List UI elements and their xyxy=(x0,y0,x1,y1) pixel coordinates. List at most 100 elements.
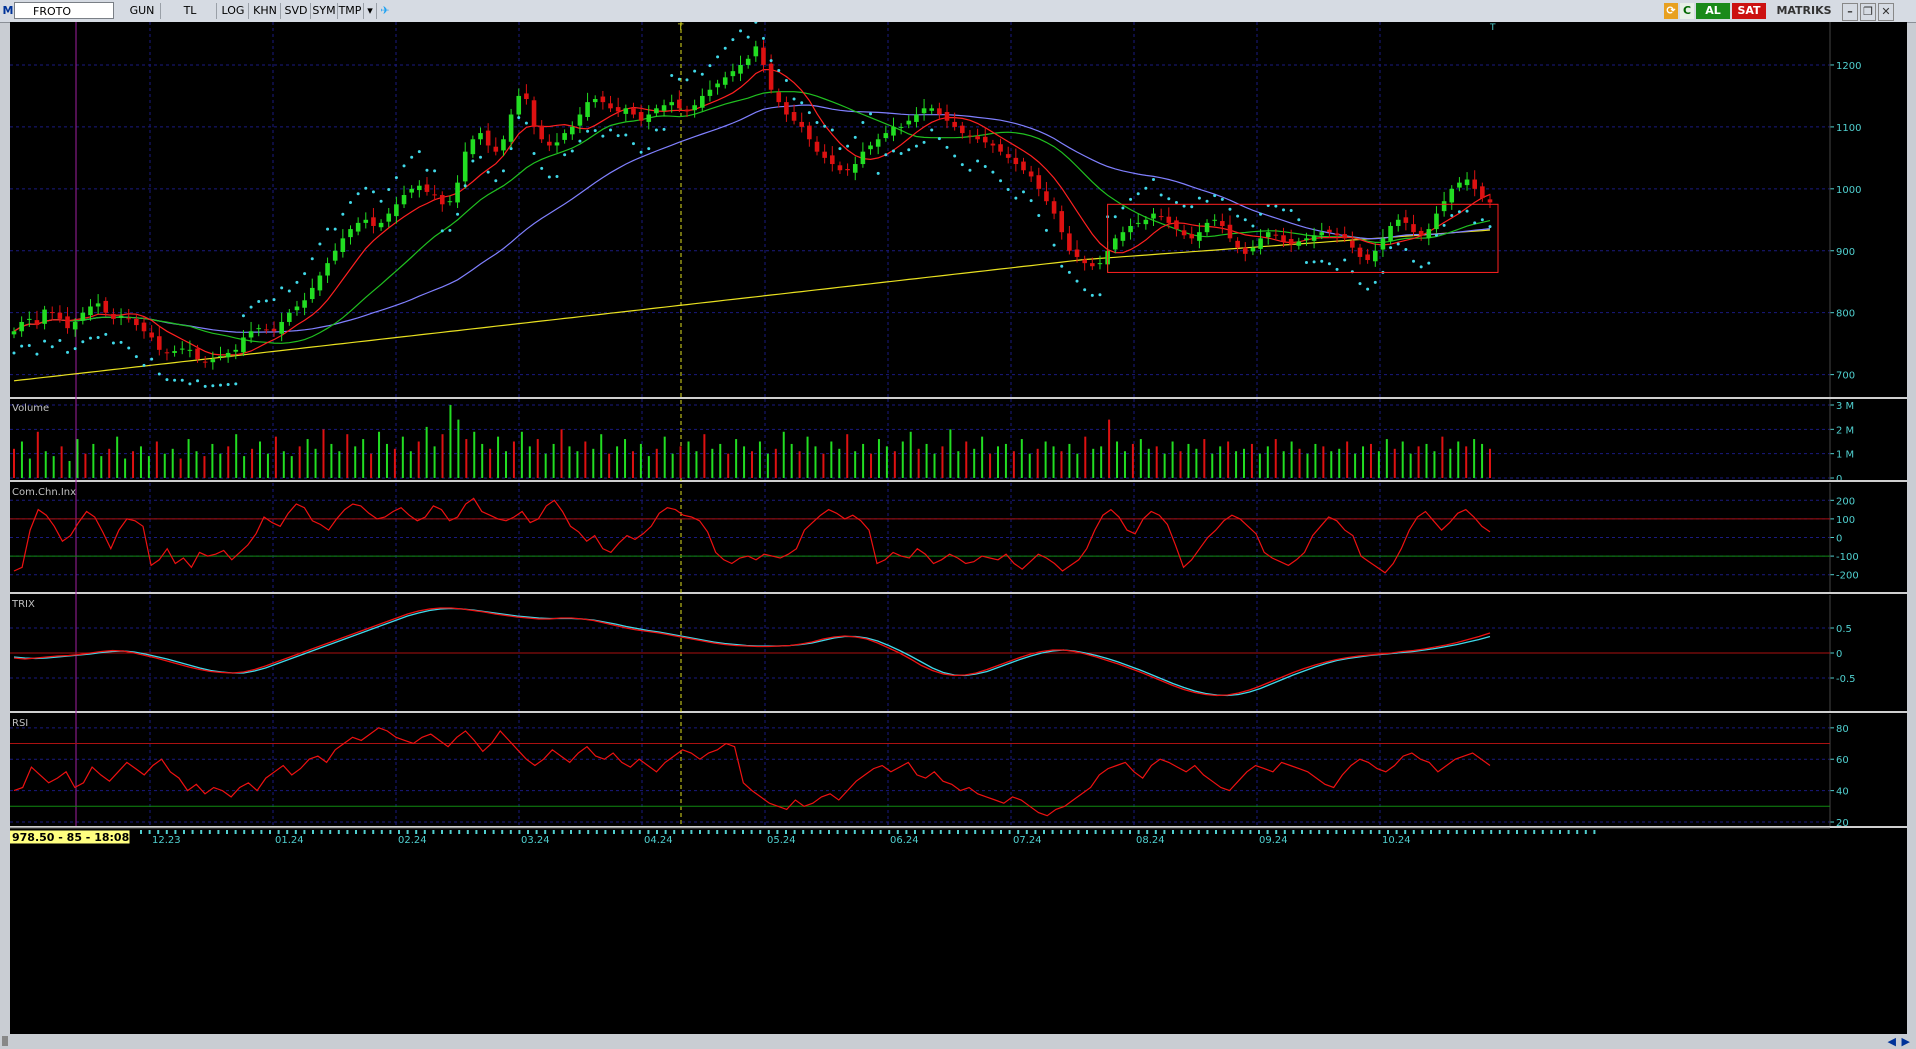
x-axis-tickmark xyxy=(1163,830,1166,834)
candle-body xyxy=(1380,238,1386,250)
dropdown-arrow-icon[interactable]: ▾ xyxy=(364,3,377,19)
scroll-left-button[interactable]: ◀ xyxy=(1888,1035,1896,1048)
symbol-input[interactable]: FROTO xyxy=(14,2,114,19)
sar-dot xyxy=(586,129,590,133)
candle-body xyxy=(875,139,881,147)
sar-dot xyxy=(1205,199,1209,203)
x-axis-tickmark xyxy=(939,830,942,834)
x-axis-tickmark xyxy=(329,830,332,834)
candle-body xyxy=(1090,263,1095,267)
x-axis-tickmark xyxy=(1481,830,1484,834)
sar-dot xyxy=(81,340,85,344)
x-axis-tickmark xyxy=(1232,830,1235,834)
button-svd[interactable]: SVD xyxy=(282,3,311,19)
candle-body xyxy=(179,348,185,350)
minimize-icon[interactable]: – xyxy=(1842,3,1858,21)
scroll-right-button[interactable]: ▶ xyxy=(1902,1035,1910,1048)
sar-dot xyxy=(379,199,383,203)
chart-area[interactable]: 1200 1100 1000 900 800 700 3 M2 M1 M 0 Volume 200… xyxy=(7,20,1907,1034)
y-tick-label: 40 xyxy=(1836,787,1849,798)
y-tick-label: 900 xyxy=(1836,247,1855,258)
sar-dot xyxy=(1389,246,1393,250)
y-tick-label: 0.5 xyxy=(1836,624,1852,635)
sar-dot xyxy=(1274,204,1278,208)
chart-svg[interactable]: 1200110010009008007003 M2 M1 M0Volume200… xyxy=(7,20,1907,1034)
x-axis-tickmark xyxy=(1000,830,1002,834)
refresh-icon[interactable]: ⟳ xyxy=(1664,3,1678,19)
candle-body xyxy=(531,100,537,127)
sell-button[interactable]: SAT xyxy=(1732,3,1766,19)
button-khn[interactable]: KHN xyxy=(250,3,281,19)
x-axis-tickmark xyxy=(380,830,383,834)
brand-label: MATRIKS xyxy=(1776,4,1832,17)
candle-body xyxy=(401,195,407,205)
sar-dot xyxy=(1090,293,1094,297)
x-axis-tickmark xyxy=(1043,830,1045,834)
sar-dot xyxy=(180,378,184,382)
button-tl[interactable]: TL xyxy=(164,3,217,19)
candle-body xyxy=(42,309,47,324)
sar-dot xyxy=(1282,208,1286,212)
buy-button[interactable]: AL xyxy=(1696,3,1730,19)
sar-dot xyxy=(700,72,704,76)
sar-dot xyxy=(891,149,895,153)
sar-dot xyxy=(463,184,467,188)
candle-body xyxy=(1051,201,1057,214)
x-axis-tickmark xyxy=(1498,830,1501,834)
candle-body xyxy=(1212,219,1217,221)
x-axis-tickmark xyxy=(1576,830,1579,834)
sar-dot xyxy=(456,212,460,216)
sar-dot xyxy=(777,69,781,73)
x-axis-tickmark xyxy=(914,830,916,834)
candle-body xyxy=(1273,234,1279,236)
x-axis-tickmark xyxy=(587,830,590,834)
x-axis-tickmark xyxy=(492,830,495,834)
button-tmp[interactable]: TMP xyxy=(337,3,364,19)
candle-body xyxy=(1304,238,1309,241)
sar-dot xyxy=(784,78,788,82)
x-axis-tickmark xyxy=(320,830,323,834)
x-axis-tickmark xyxy=(905,830,908,834)
x-axis-tickmark xyxy=(759,830,762,834)
x-axis-tickmark xyxy=(604,830,607,834)
close-icon[interactable]: ✕ xyxy=(1878,3,1894,21)
x-tick-label: 05.24 xyxy=(767,835,796,846)
x-axis-tickmark xyxy=(630,830,633,834)
x-axis-tickmark xyxy=(1361,830,1364,834)
x-axis-tickmark xyxy=(1567,830,1570,834)
candle-body xyxy=(172,351,177,353)
candle-body xyxy=(761,47,766,65)
x-axis-tickmark xyxy=(243,830,246,834)
x-axis-tickmark xyxy=(1094,830,1097,834)
sar-dot xyxy=(486,170,490,174)
candle-body xyxy=(700,95,705,108)
button-gun[interactable]: GUN xyxy=(124,3,161,19)
sar-dot xyxy=(616,134,620,138)
candle-body xyxy=(294,306,300,311)
sar-dot xyxy=(631,142,635,146)
candle-body xyxy=(218,356,223,358)
candle-body xyxy=(470,139,476,155)
x-axis-tickmark xyxy=(1266,830,1269,834)
twitter-icon[interactable]: ✈ xyxy=(378,3,392,19)
candle-body xyxy=(126,318,132,320)
candle-body xyxy=(631,108,636,115)
x-axis-tickmark xyxy=(1387,830,1389,834)
c-button[interactable]: C xyxy=(1680,3,1694,19)
sar-dot xyxy=(1075,279,1079,283)
x-axis-tickmark xyxy=(570,830,572,834)
sar-dot xyxy=(20,344,24,348)
candle-body xyxy=(1342,234,1347,239)
restore-icon[interactable]: ❐ xyxy=(1860,3,1876,21)
candle-body xyxy=(256,328,262,330)
candle-body xyxy=(845,169,850,171)
x-axis-tickmark xyxy=(922,830,925,834)
x-axis-tickmark xyxy=(1137,830,1140,834)
sar-dot xyxy=(211,384,215,388)
sar-dot xyxy=(387,187,391,191)
button-log[interactable]: LOG xyxy=(218,3,249,19)
x-axis-tickmark xyxy=(1215,830,1217,834)
button-sym[interactable]: SYM xyxy=(311,3,338,19)
candle-body xyxy=(1258,238,1263,249)
x-axis-tickmark xyxy=(931,830,934,834)
